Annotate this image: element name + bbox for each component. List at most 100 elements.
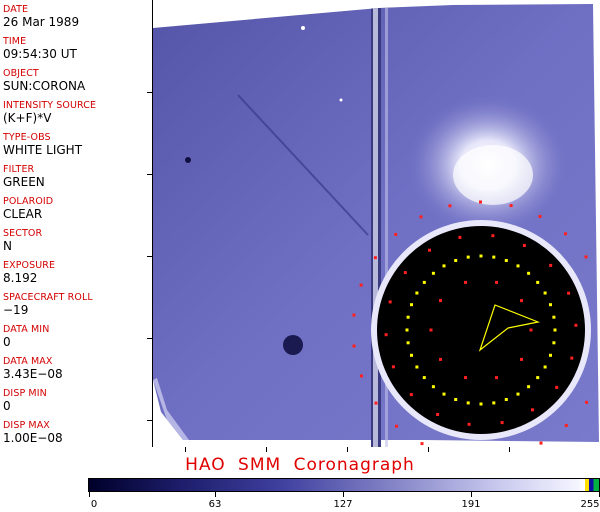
grid-marker [373, 256, 377, 260]
metadata-label: INTENSITY SOURCE [3, 100, 97, 111]
grid-marker [491, 234, 495, 238]
axis-tick [347, 447, 348, 452]
grid-marker [352, 344, 356, 348]
metadata-field: DISP MIN 0 [3, 388, 47, 413]
limb-marker [492, 255, 496, 259]
limb-marker [504, 398, 508, 401]
limb-marker [442, 392, 446, 396]
grid-marker [359, 283, 363, 287]
grid-marker [436, 413, 440, 416]
limb-marker [415, 291, 419, 295]
grid-marker [394, 233, 398, 236]
metadata-field: POLAROID CLEAR [3, 196, 53, 221]
limb-marker [527, 271, 531, 275]
metadata-label: FILTER [3, 164, 35, 175]
limb-marker [543, 291, 547, 295]
coronagraph-image-svg [153, 4, 599, 447]
metadata-field: DISP MAX 1.00E−08 [3, 420, 63, 445]
axis-tick [147, 92, 152, 93]
metadata-label: DISP MAX [3, 420, 50, 431]
axis-tick [185, 447, 186, 452]
limb-marker [454, 259, 458, 262]
metadata-value: 8.192 [3, 271, 38, 285]
metadata-label: POLAROID [3, 196, 54, 207]
limb-marker [536, 376, 540, 380]
metadata-field: TYPE-OBS WHITE LIGHT [3, 132, 82, 157]
grid-marker [395, 424, 398, 428]
grid-marker [467, 422, 471, 426]
grid-marker [555, 385, 559, 389]
metadata-field: FILTER GREEN [3, 164, 45, 189]
grid-marker [564, 232, 567, 236]
metadata-label: SECTOR [3, 228, 43, 239]
colorbar-tick-label: 191 [461, 499, 481, 510]
grid-marker [352, 313, 356, 317]
metadata-field: TIME 09:54:30 UT [3, 36, 77, 61]
grid-marker [584, 255, 588, 259]
metadata-label: TIME [3, 36, 27, 47]
grid-marker [384, 333, 388, 337]
limb-marker [479, 254, 483, 258]
instrument-title: HAO SMM Coronagraph [185, 455, 415, 475]
grid-marker [538, 214, 542, 218]
intensity-colorbar [88, 478, 600, 492]
colorbar-tick-label: 127 [333, 499, 353, 510]
grid-marker [520, 299, 523, 303]
limb-marker [431, 271, 435, 275]
grid-marker [420, 442, 424, 446]
metadata-value: GREEN [3, 175, 45, 189]
grid-marker [448, 204, 452, 208]
grid-marker [567, 291, 571, 295]
metadata-field: DATE 26 Mar 1989 [3, 4, 79, 29]
metadata-value: 09:54:30 UT [3, 47, 77, 61]
metadata-field: OBJECT SUN:CORONA [3, 68, 85, 93]
metadata-value: 0 [3, 399, 11, 413]
metadata-value: CLEAR [3, 207, 43, 221]
grid-marker [464, 376, 467, 380]
metadata-field: INTENSITY SOURCE (K+F)*V [3, 100, 96, 125]
colorbar-tick-mark [471, 492, 472, 497]
grid-marker [539, 441, 543, 445]
grid-marker [391, 365, 395, 369]
axis-tick [147, 174, 152, 175]
grid-marker [388, 300, 392, 304]
metadata-field: SPACECRAFT ROLL −19 [3, 292, 93, 317]
limb-marker [405, 328, 409, 332]
limb-marker [552, 341, 556, 345]
coronagraph-image [153, 0, 600, 447]
axis-tick [147, 256, 152, 257]
grid-marker [585, 400, 589, 404]
limb-marker [431, 385, 435, 389]
metadata-value: WHITE LIGHT [3, 143, 83, 157]
limb-marker [536, 280, 540, 284]
grid-marker [509, 204, 513, 208]
metadata-label: TYPE-OBS [3, 132, 51, 143]
grid-marker [549, 263, 553, 267]
grid-marker [495, 376, 498, 380]
axis-tick [509, 447, 510, 452]
metadata-field: SECTOR N [3, 228, 42, 253]
metadata-field: EXPOSURE 8.192 [3, 260, 55, 285]
axis-tick [266, 447, 267, 452]
limb-marker [406, 315, 410, 319]
grid-marker [479, 200, 482, 204]
limb-marker [410, 353, 413, 357]
grid-marker [458, 235, 462, 239]
limb-marker [466, 401, 470, 405]
metadata-label: DATA MIN [3, 324, 50, 335]
grid-marker [419, 215, 423, 219]
metadata-value: 0 [3, 335, 11, 349]
limb-marker [479, 402, 483, 406]
metadata-label: DISP MIN [3, 388, 47, 399]
colorbar-gradient [89, 479, 599, 491]
grid-marker [429, 328, 433, 332]
limb-marker [454, 398, 458, 401]
limb-marker [466, 255, 470, 259]
metadata-field: DATA MIN 0 [3, 324, 49, 349]
grid-marker [360, 374, 363, 378]
metadata-value: 3.43E−08 [3, 367, 63, 381]
metadata-value: −19 [3, 303, 29, 317]
colorbar-overflow-swatch [585, 479, 599, 491]
colorbar-tick-label: 255 [580, 499, 600, 510]
grid-marker [464, 280, 467, 284]
